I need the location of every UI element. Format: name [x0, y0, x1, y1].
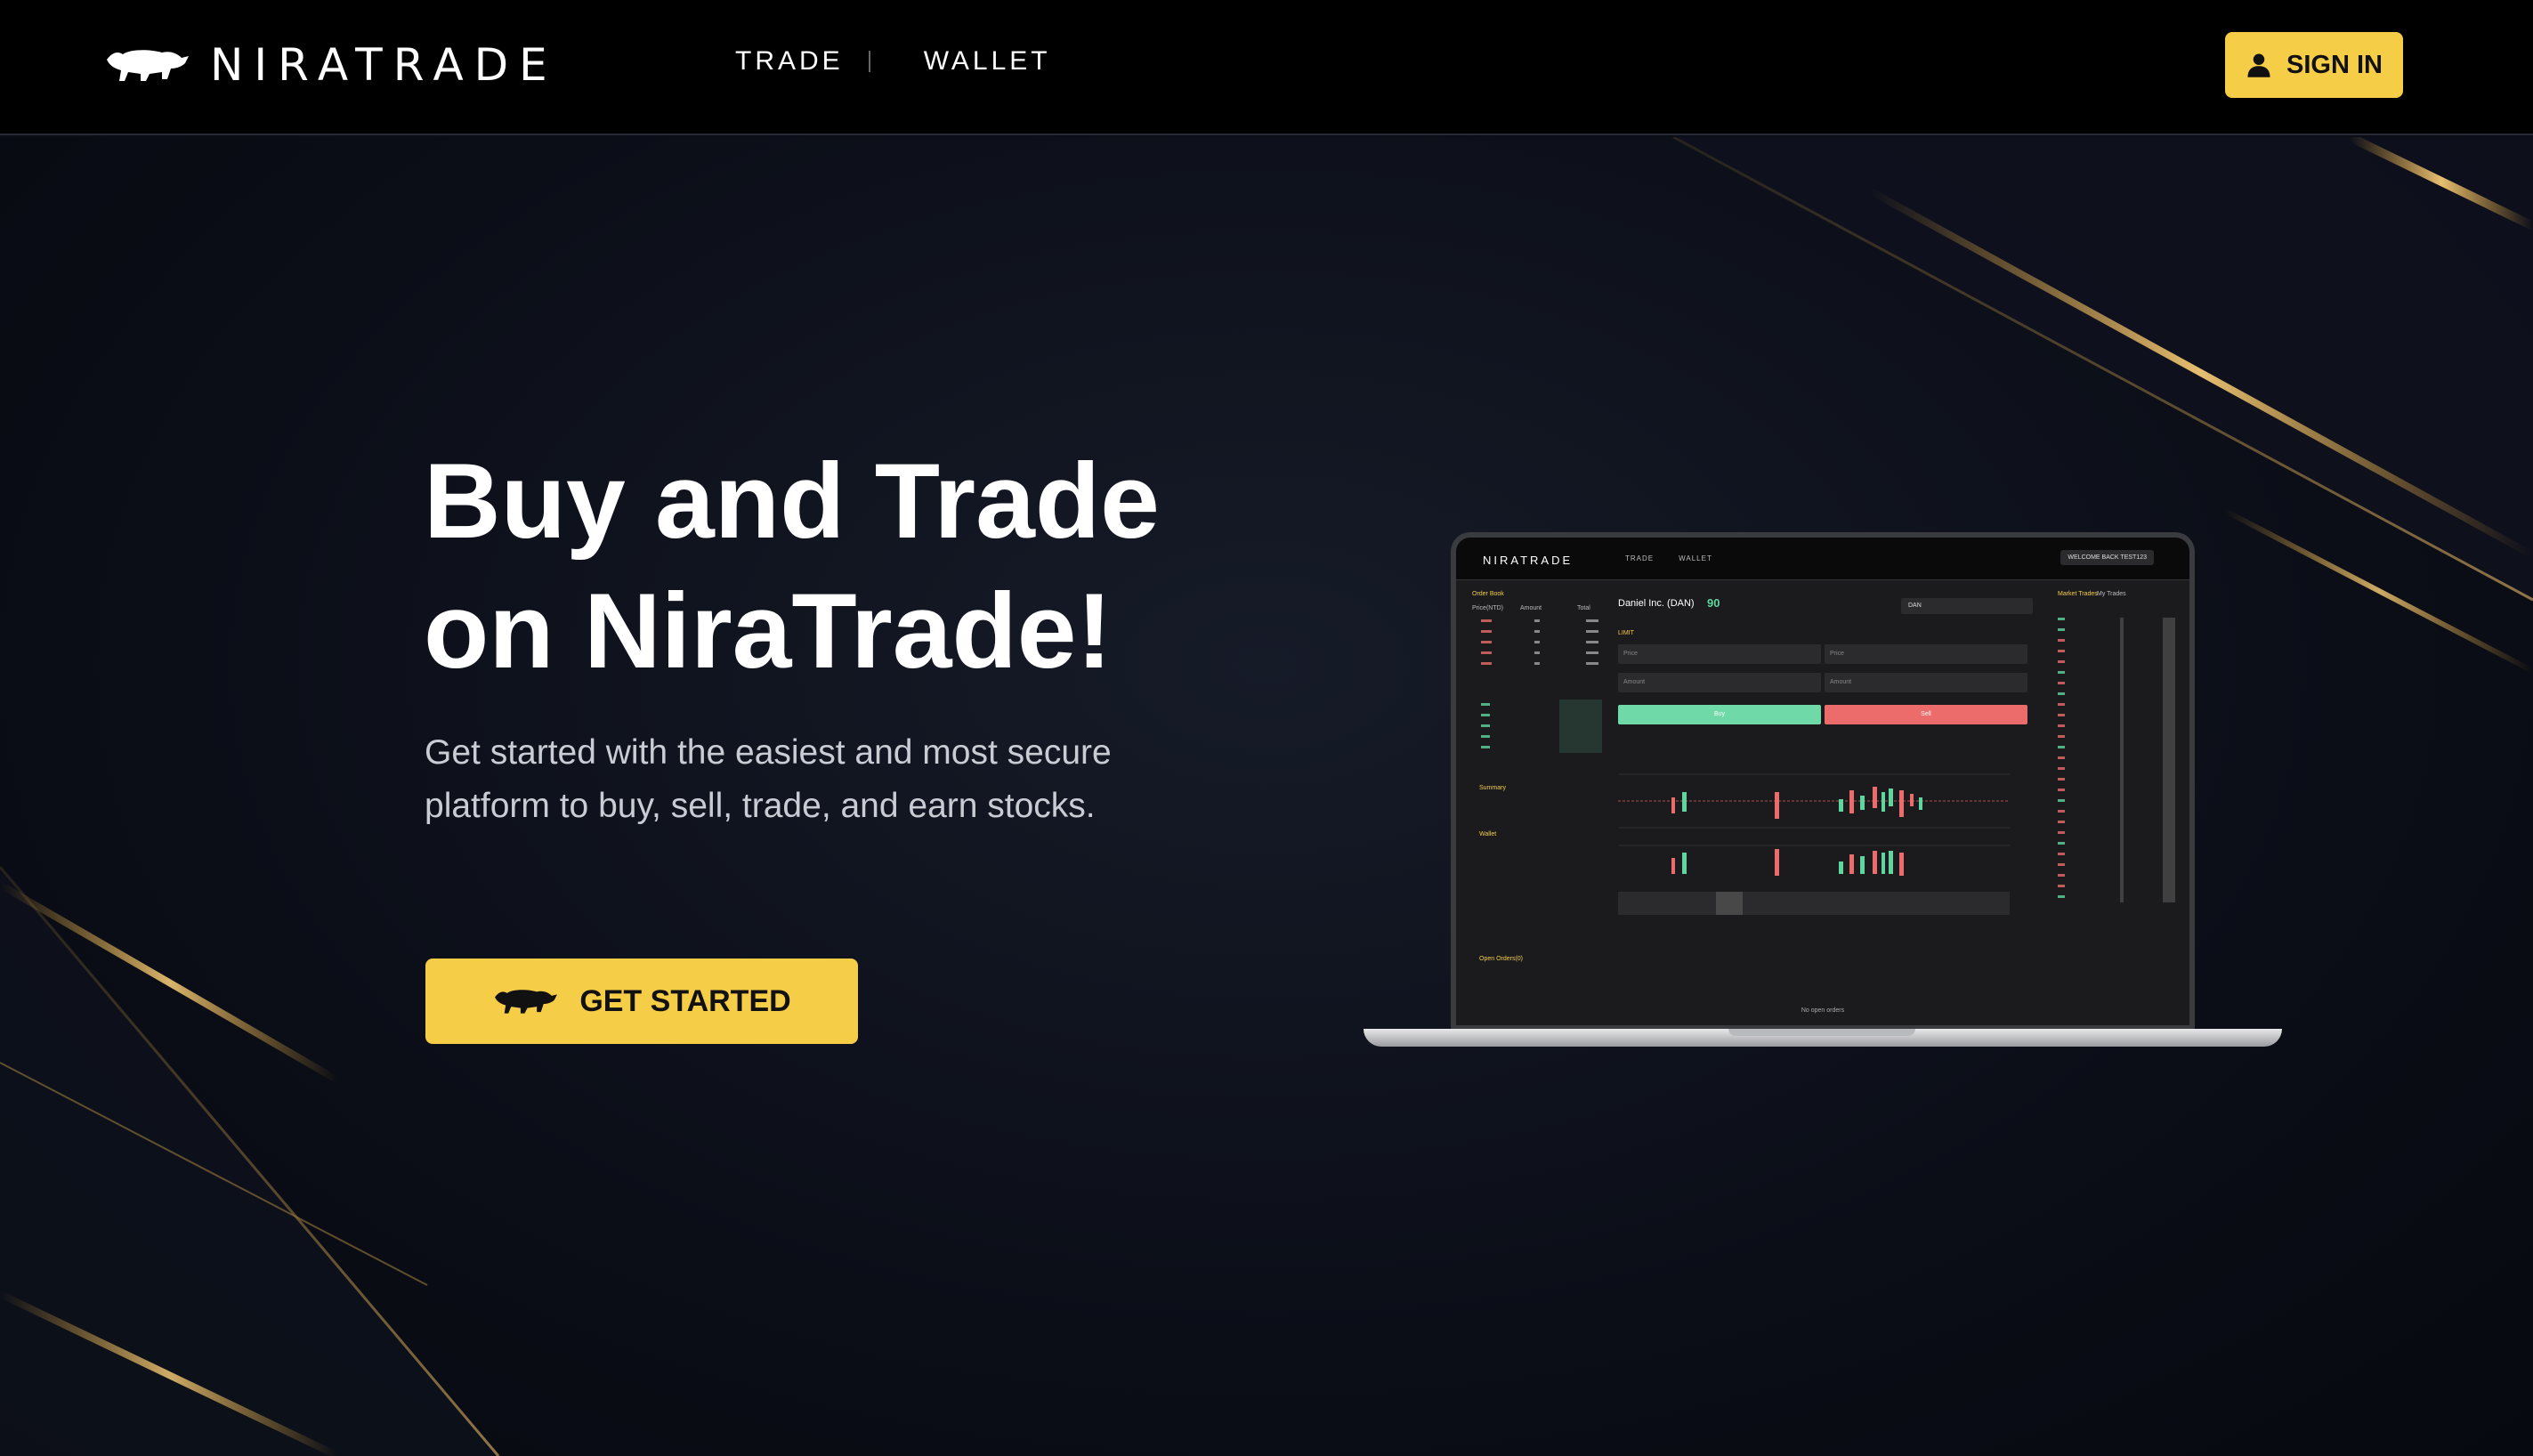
preview-stock-price: 90	[1707, 596, 1720, 610]
preview-wallet-title: Wallet	[1479, 831, 1497, 837]
sign-in-button[interactable]: SIGN IN	[2225, 32, 2403, 98]
nav-link-wallet[interactable]: WALLET	[924, 46, 1051, 77]
nav-divider	[868, 51, 870, 72]
preview-buy-price: Price	[1618, 644, 1821, 664]
preview-trade-rows	[2058, 618, 2175, 902]
preview-my-trades-tab: My Trades	[2097, 591, 2126, 597]
preview-no-orders: No open orders	[1801, 1007, 1845, 1014]
preview-buy-button: Buy	[1618, 705, 1821, 724]
preview-open-orders-title: Open Orders(0)	[1479, 956, 1524, 962]
preview-brand: NIRATRADE	[1483, 554, 1574, 567]
top-nav: NIRATRADE TRADE WALLET SIGN IN	[0, 0, 2533, 135]
preview-sell-price: Price	[1825, 644, 2027, 664]
landing-page: NIRATRADE TRADE WALLET SIGN IN Buy and T…	[0, 0, 2533, 1456]
bull-icon	[107, 50, 189, 81]
preview-buy-amount: Amount	[1618, 673, 1821, 692]
get-started-button[interactable]: GET STARTED	[425, 959, 858, 1044]
preview-ob-header-total: Total	[1577, 605, 1590, 611]
preview-sell-amount: Amount	[1825, 673, 2027, 692]
preview-ob-header-price: Price(NTD)	[1472, 605, 1503, 611]
hero-subtitle: Get started with the easiest and most se…	[425, 733, 1112, 825]
preview-market-trades-tab: Market Trades	[2058, 591, 2098, 597]
bull-icon	[495, 990, 558, 1014]
laptop-screen: NIRATRADE TRADE WALLET WELCOME BACK TEST…	[1451, 532, 2195, 1031]
sign-in-label: SIGN IN	[2286, 50, 2383, 79]
preview-stock-title: Daniel Inc. (DAN)	[1618, 598, 1695, 609]
preview-link-trade: TRADE	[1625, 554, 1655, 562]
preview-symbol-select: DAN	[1901, 598, 2033, 614]
app-preview: NIRATRADE TRADE WALLET WELCOME BACK TEST…	[1456, 538, 2189, 1025]
preview-order-rows	[1481, 619, 1602, 753]
get-started-label: GET STARTED	[579, 983, 791, 1018]
preview-link-wallet: WALLET	[1679, 554, 1712, 562]
preview-order-book-title: Order Book	[1472, 591, 1504, 597]
headline-line-1: Buy and Trade	[424, 441, 1160, 561]
preview-links: TRADE WALLET	[1625, 554, 1712, 562]
preview-ob-header-amount: Amount	[1520, 605, 1542, 611]
laptop-notch	[1728, 1029, 1915, 1036]
preview-limit-label: LIMIT	[1618, 630, 1634, 636]
preview-summary-title: Summary	[1479, 785, 1506, 791]
user-icon	[2247, 53, 2270, 77]
brand-name: NIRATRADE	[210, 39, 558, 91]
brand-logo[interactable]: NIRATRADE	[103, 39, 558, 91]
nav-link-trade[interactable]: TRADE	[735, 46, 844, 77]
preview-welcome: WELCOME BACK TEST123	[2060, 550, 2154, 565]
preview-candle-chart	[1618, 773, 2010, 915]
headline-line-2: on NiraTrade!	[424, 571, 1113, 691]
preview-nav: NIRATRADE TRADE WALLET WELCOME BACK TEST…	[1456, 538, 2189, 580]
nav-links: TRADE WALLET	[735, 46, 1051, 77]
preview-sell-button: Sell	[1825, 705, 2027, 724]
hero-headline: Buy and Trade on NiraTrade!	[424, 436, 1225, 696]
